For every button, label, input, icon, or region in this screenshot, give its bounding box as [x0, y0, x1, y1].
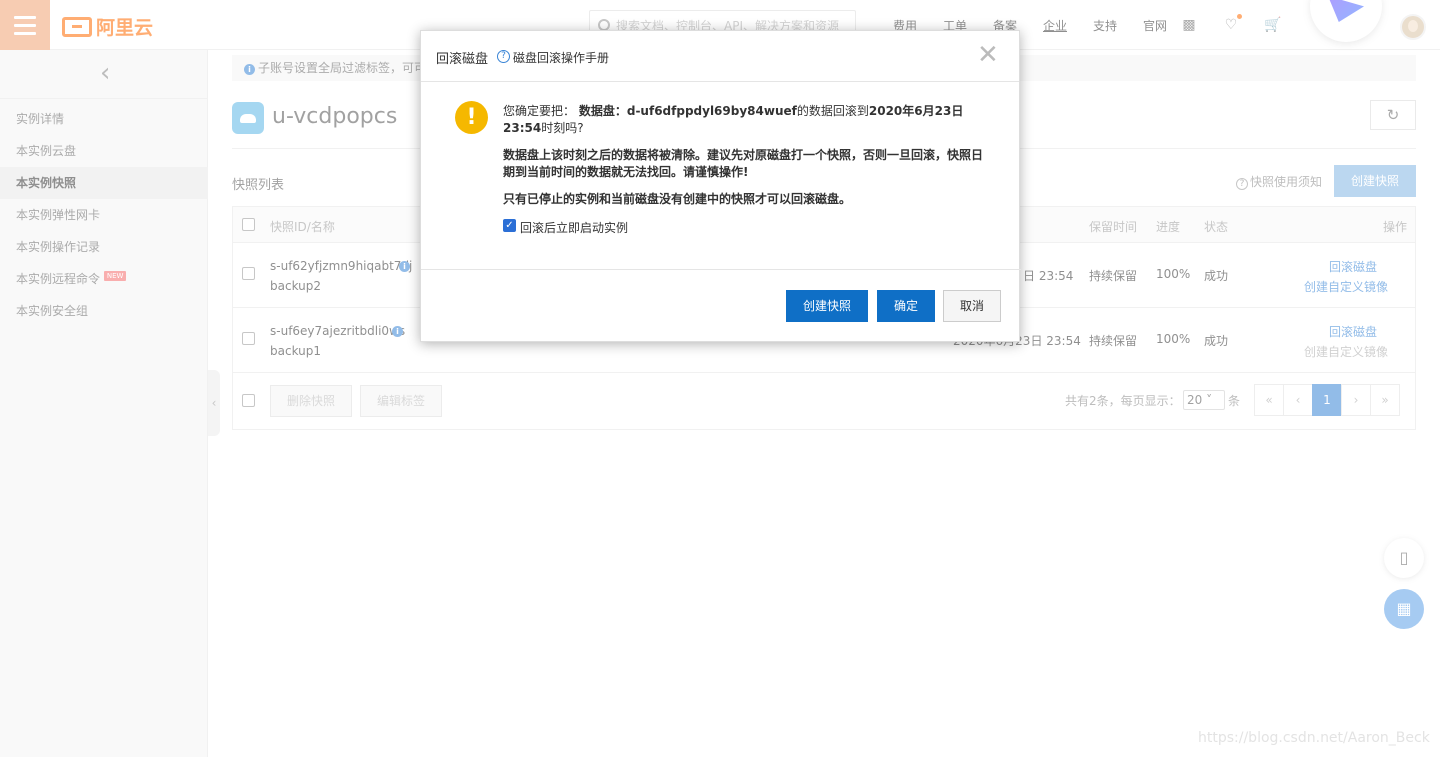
confirm-message: 您确定要把： 数据盘：d-uf6dfppdyl69by84wuef的数据回滚到2… [503, 103, 993, 137]
close-icon[interactable]: ✕ [977, 42, 999, 68]
note-message: 只有已停止的实例和当前磁盘没有创建中的快照才可以回滚磁盘。 [503, 192, 852, 206]
dialog-body: 您确定要把： 数据盘：d-uf6dfppdyl69by84wuef的数据回滚到2… [503, 103, 993, 218]
warning-message: 数据盘上该时刻之后的数据将被清除。建议先对原磁盘打一个快照，否则一旦回滚，快照日… [503, 148, 984, 179]
dialog-header: 回滚磁盘 ? 磁盘回滚操作手册 ✕ [421, 31, 1019, 82]
rollback-disk-dialog: 回滚磁盘 ? 磁盘回滚操作手册 ✕ ! 您确定要把： 数据盘：d-uf6dfpp… [420, 30, 1021, 342]
confirm-suffix: 时刻吗? [541, 121, 584, 135]
cancel-button[interactable]: 取消 [943, 290, 1001, 322]
dialog-divider [421, 269, 1021, 270]
rollback-manual-link[interactable]: 磁盘回滚操作手册 [513, 49, 609, 66]
confirm-mid: 的数据回滚到 [796, 104, 869, 118]
warning-icon: ! [455, 101, 488, 134]
create-snapshot-dialog-button[interactable]: 创建快照 [786, 290, 868, 322]
disk-id: d-uf6dfppdyl69by84wuef [626, 104, 797, 118]
start-after-rollback-checkbox[interactable]: ✓ [503, 219, 516, 232]
start-after-rollback-label[interactable]: 回滚后立即启动实例 [520, 219, 628, 236]
help-icon[interactable]: ? [497, 50, 510, 63]
dialog-title: 回滚磁盘 [436, 52, 489, 67]
disk-label: 数据盘： [578, 104, 627, 118]
confirm-button[interactable]: 确定 [877, 290, 935, 322]
confirm-prefix: 您确定要把： [503, 104, 576, 118]
